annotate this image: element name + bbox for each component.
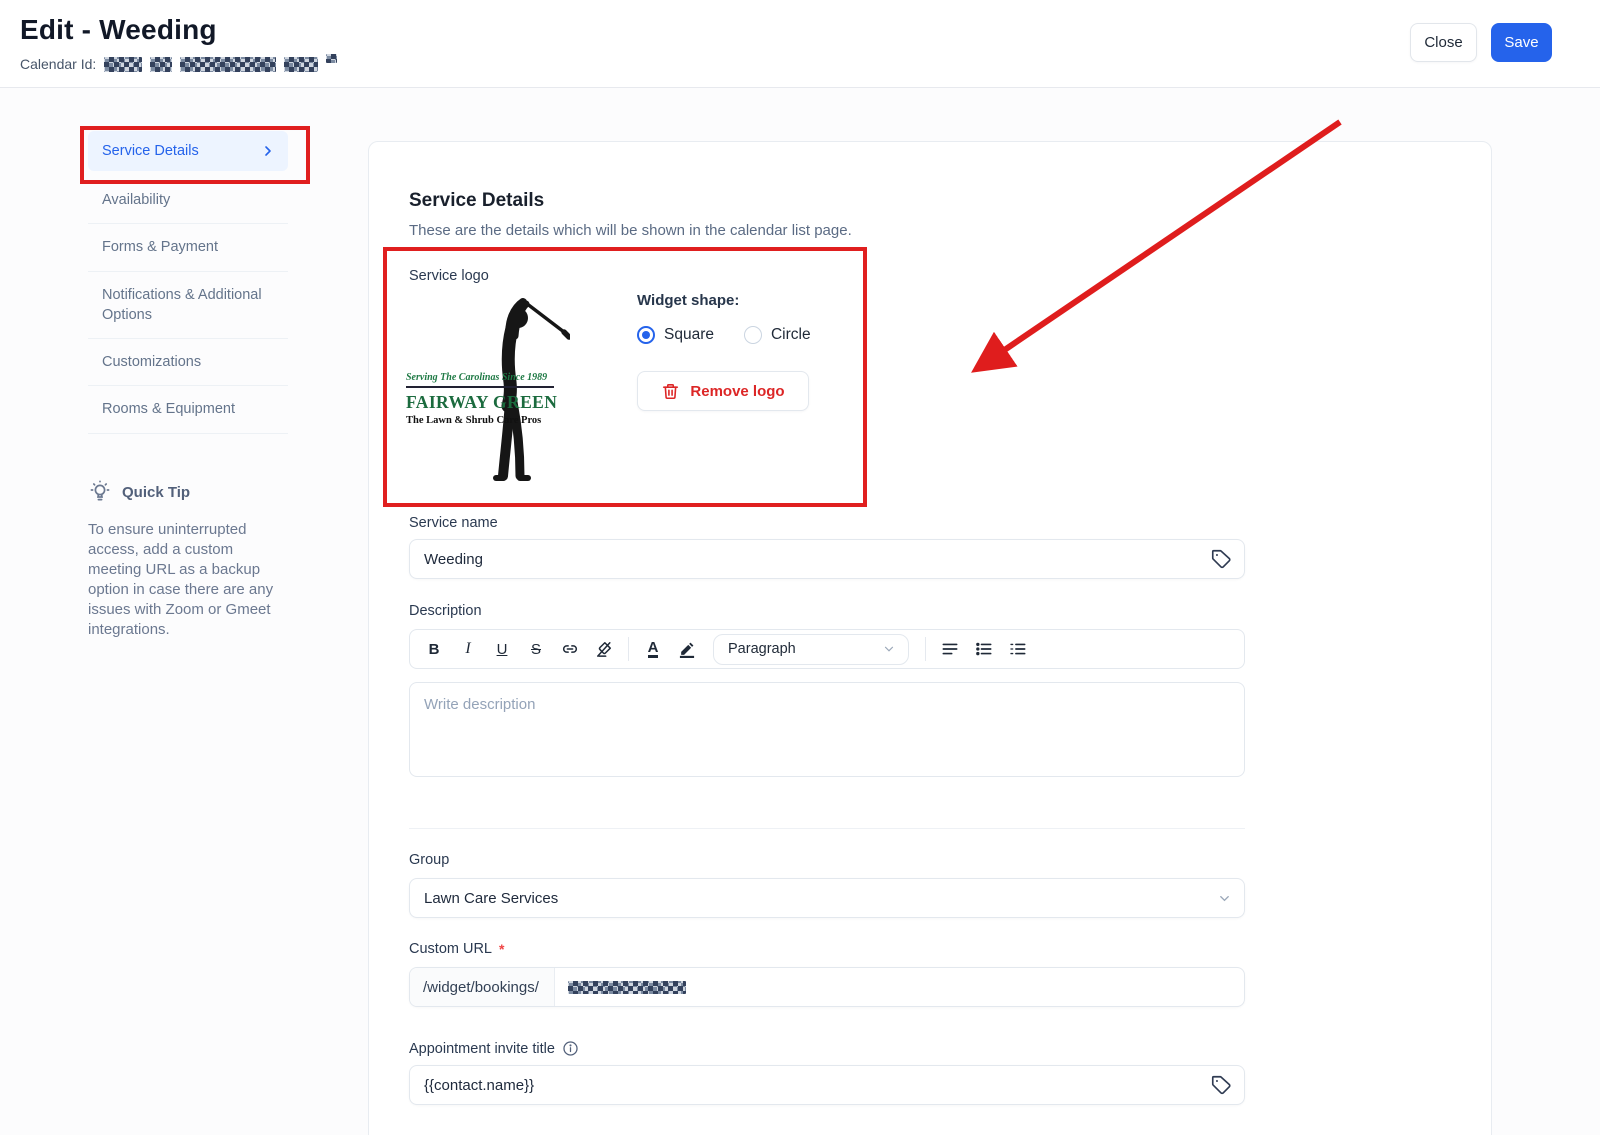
paragraph-style-select[interactable]: Paragraph <box>713 634 909 665</box>
calendar-id-redacted <box>104 57 142 72</box>
logo-tagline: Serving The Carolinas Since 1989 <box>406 372 532 383</box>
group-value: Lawn Care Services <box>424 890 558 907</box>
calendar-id-redacted <box>284 57 318 72</box>
numbered-list-button[interactable] <box>1002 634 1034 664</box>
quick-tip: Quick Tip To ensure uninterrupted access… <box>88 480 288 640</box>
custom-url-input[interactable]: /widget/bookings/ <box>409 967 1245 1007</box>
text-color-button[interactable]: A <box>637 634 669 664</box>
service-name-value: Weeding <box>424 551 483 568</box>
remove-logo-button[interactable]: Remove logo <box>637 371 809 411</box>
calendar-id-label: Calendar Id: <box>20 56 96 72</box>
sidebar-nav: Service Details Availability Forms & Pay… <box>88 131 288 434</box>
service-logo-image: Serving The Carolinas Since 1989 FAIRWAY… <box>406 294 568 486</box>
trash-icon <box>661 382 680 401</box>
tag-icon[interactable] <box>1210 548 1232 570</box>
quick-tip-body: To ensure uninterrupted access, add a cu… <box>88 520 288 640</box>
logo-brand-subtitle: The Lawn & Shrub Care Pros <box>406 415 532 426</box>
text-color-icon: A <box>648 640 659 659</box>
sidebar-item-forms-payment[interactable]: Forms & Payment <box>88 224 288 271</box>
clear-formatting-button[interactable] <box>588 634 620 664</box>
invite-title-value: {{contact.name}} <box>424 1077 534 1094</box>
custom-url-value <box>555 968 686 1006</box>
section-subtitle: These are the details which will be show… <box>409 222 852 239</box>
link-button[interactable] <box>554 634 586 664</box>
header: Edit - Weeding Calendar Id: Close Save <box>0 0 1600 88</box>
service-name-label: Service name <box>409 515 498 531</box>
highlight-button[interactable] <box>671 634 703 664</box>
sidebar-item-label: Service Details <box>102 141 199 161</box>
description-label: Description <box>409 603 482 619</box>
section-title: Service Details <box>409 190 544 212</box>
custom-url-prefix: /widget/bookings/ <box>410 968 555 1006</box>
rich-text-toolbar: B I U S A Paragraph <box>409 629 1245 669</box>
logo-rule <box>406 386 554 388</box>
widget-shape-group: Widget shape: Square Circle Remove logo <box>637 292 811 411</box>
invite-title-input[interactable]: {{contact.name}} <box>409 1065 1245 1105</box>
radio-circle-control[interactable] <box>744 326 762 344</box>
tag-icon[interactable] <box>1210 1074 1232 1096</box>
service-logo-label: Service logo <box>409 268 489 284</box>
service-name-input[interactable]: Weeding <box>409 539 1245 579</box>
radio-square[interactable]: Square <box>637 326 714 344</box>
required-asterisk: * <box>499 941 504 957</box>
calendar-id-row: Calendar Id: <box>20 56 337 72</box>
clear-formatting-icon <box>594 639 614 659</box>
description-textarea[interactable]: Write description <box>409 682 1245 777</box>
sidebar-item-service-details[interactable]: Service Details <box>88 131 288 171</box>
numbered-list-icon <box>1008 639 1028 659</box>
group-label: Group <box>409 852 449 868</box>
strikethrough-button[interactable]: S <box>520 634 552 664</box>
highlighter-icon <box>677 639 697 659</box>
chevron-down-icon <box>882 642 896 656</box>
italic-button[interactable]: I <box>452 634 484 664</box>
lightbulb-icon <box>88 480 112 504</box>
invite-title-label: Appointment invite title <box>409 1041 555 1057</box>
calendar-id-redacted <box>180 57 276 72</box>
sidebar-item-customizations[interactable]: Customizations <box>88 339 288 386</box>
align-left-button[interactable] <box>934 634 966 664</box>
link-icon <box>560 639 580 659</box>
close-button[interactable]: Close <box>1410 23 1477 62</box>
radio-circle[interactable]: Circle <box>744 326 811 344</box>
header-actions: Close Save <box>1410 23 1552 62</box>
bullet-list-icon <box>974 639 994 659</box>
bullet-list-button[interactable] <box>968 634 1000 664</box>
underline-button[interactable]: U <box>486 634 518 664</box>
page: Edit - Weeding Calendar Id: Close Save S… <box>0 0 1600 1135</box>
logo-brand: FAIRWAY GREEN <box>406 392 532 413</box>
sidebar-item-rooms-equipment[interactable]: Rooms & Equipment <box>88 386 288 433</box>
toolbar-divider <box>925 637 926 661</box>
chevron-down-icon <box>1217 891 1232 906</box>
align-left-icon <box>940 639 960 659</box>
remove-logo-label: Remove logo <box>690 383 784 400</box>
info-icon[interactable] <box>562 1040 579 1057</box>
page-title: Edit - Weeding <box>20 14 217 46</box>
service-details-panel: Service Details These are the details wh… <box>368 141 1492 1135</box>
paragraph-style-value: Paragraph <box>728 641 796 657</box>
invite-title-label-row: Appointment invite title <box>409 1040 579 1057</box>
radio-circle-label: Circle <box>771 326 811 344</box>
custom-url-label-row: Custom URL * <box>409 941 504 957</box>
custom-url-redacted <box>568 981 686 994</box>
radio-square-label: Square <box>664 326 714 344</box>
service-logo-text: Serving The Carolinas Since 1989 FAIRWAY… <box>406 372 532 426</box>
save-button[interactable]: Save <box>1491 23 1552 62</box>
calendar-id-redacted <box>326 54 337 63</box>
bold-button[interactable]: B <box>418 634 450 664</box>
sidebar-item-availability[interactable]: Availability <box>88 177 288 224</box>
widget-shape-label: Widget shape: <box>637 292 811 309</box>
custom-url-label: Custom URL <box>409 941 492 957</box>
radio-square-control[interactable] <box>637 326 655 344</box>
calendar-id-redacted <box>150 57 172 72</box>
sidebar-item-notifications-options[interactable]: Notifications & Additional Options <box>88 272 288 340</box>
toolbar-divider <box>628 637 629 661</box>
section-divider <box>409 828 1245 829</box>
group-select[interactable]: Lawn Care Services <box>409 878 1245 918</box>
chevron-right-icon <box>260 143 276 159</box>
quick-tip-title: Quick Tip <box>122 484 190 501</box>
